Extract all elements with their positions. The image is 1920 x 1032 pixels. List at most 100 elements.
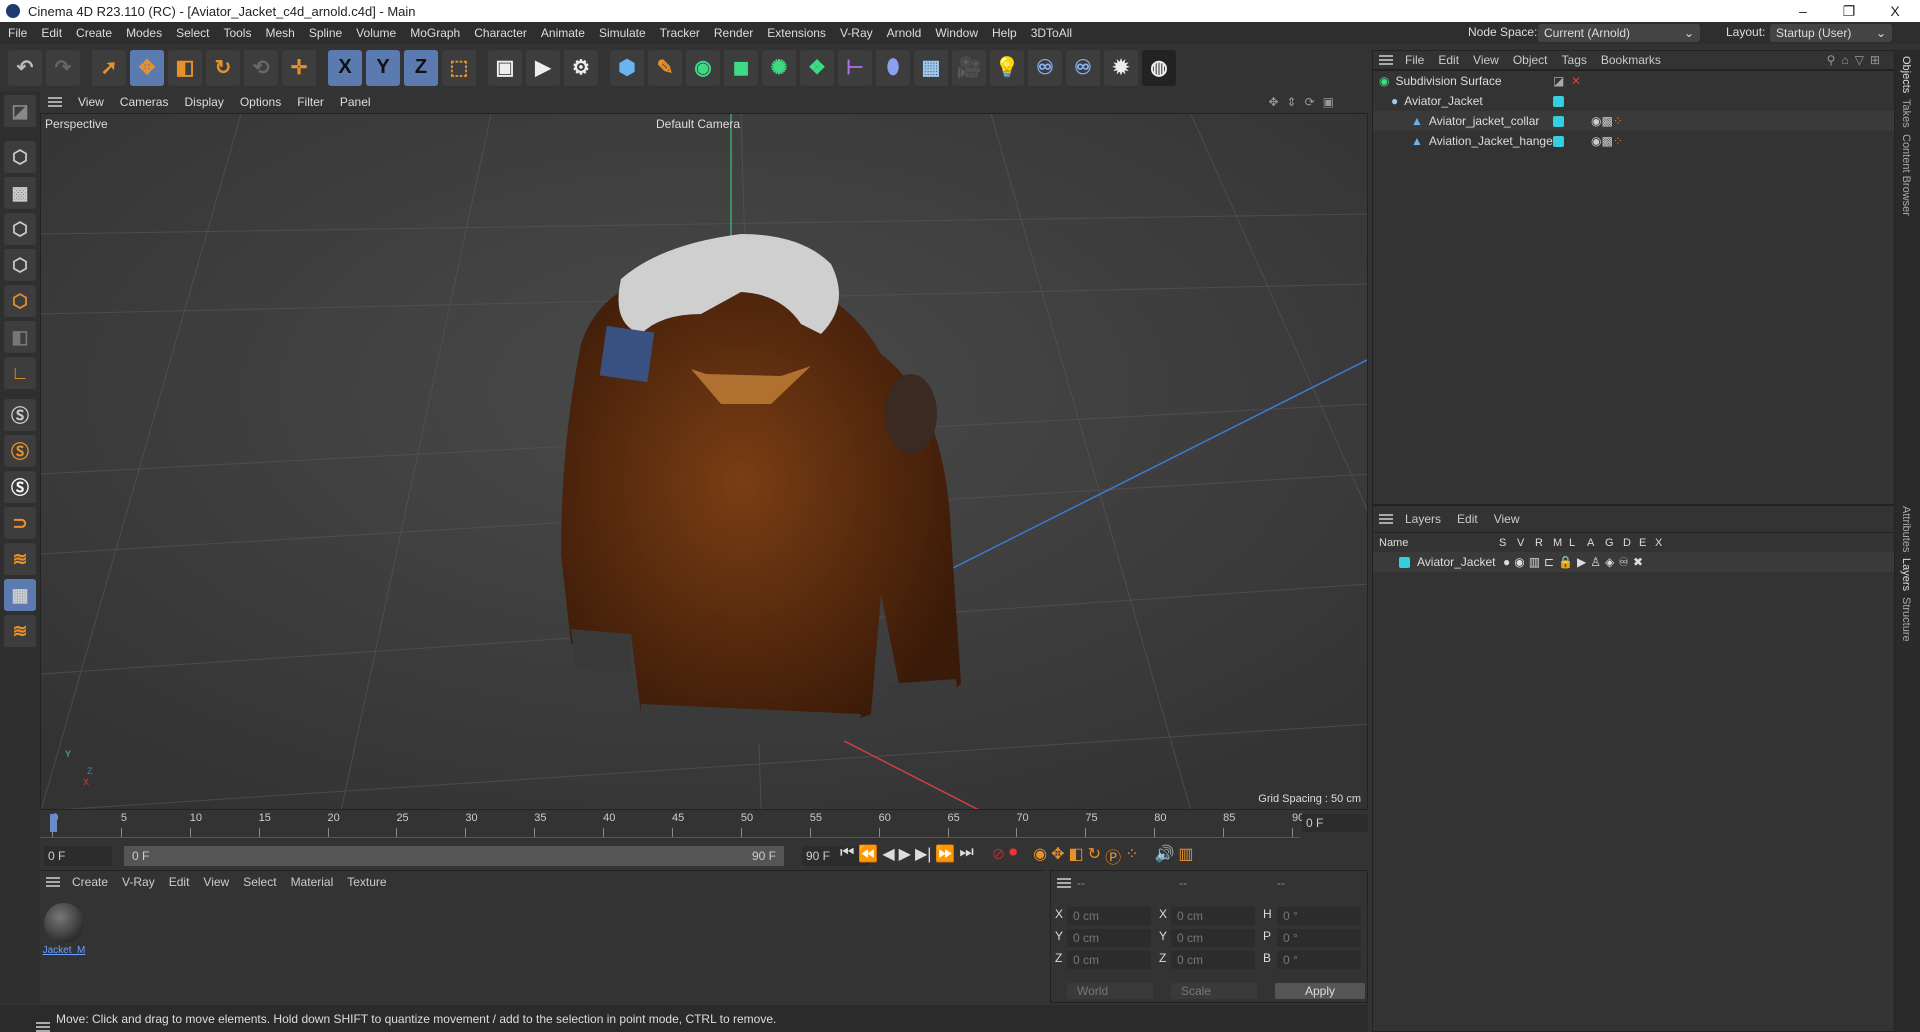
render-view-button[interactable]: ▣ — [488, 49, 522, 86]
pen-button[interactable]: ✎ — [648, 49, 682, 86]
render-picture-viewer-button[interactable]: ▶ — [526, 49, 560, 86]
layer-color-swatch[interactable] — [1399, 556, 1410, 568]
edges-mode-button[interactable]: ⬡ — [4, 249, 36, 281]
camera-label[interactable]: Default Camera — [656, 117, 740, 131]
menu-arnold[interactable]: Arnold — [887, 26, 922, 40]
material-menu-vray[interactable]: V-Ray — [122, 875, 155, 889]
apply-button[interactable]: Apply — [1275, 983, 1365, 999]
menu-tracker[interactable]: Tracker — [660, 26, 700, 40]
menu-simulate[interactable]: Simulate — [599, 26, 646, 40]
rot-h-field[interactable]: 0 ° — [1277, 907, 1361, 925]
viewport-menu-panel[interactable]: Panel — [340, 95, 371, 109]
prev-frame-icon[interactable]: ◀ — [882, 844, 894, 868]
tab-takes[interactable]: Takes — [1900, 99, 1912, 128]
next-key-icon[interactable]: ⏩ — [935, 844, 955, 868]
key-param-icon[interactable]: Ⓟ — [1105, 844, 1121, 868]
workplane-button[interactable]: ≋ — [4, 543, 36, 575]
psr-button[interactable]: ⟲ — [244, 49, 278, 86]
current-frame-field[interactable]: 0 F — [1302, 814, 1368, 832]
menu-mograph[interactable]: MoGraph — [410, 26, 460, 40]
light-button[interactable]: 💡 — [990, 49, 1024, 86]
grid-button[interactable]: ▦ — [4, 579, 36, 611]
hamburger-icon[interactable] — [46, 877, 60, 887]
menu-select[interactable]: Select — [176, 26, 209, 40]
node-space-dropdown[interactable]: Current (Arnold) ⌄ — [1538, 24, 1700, 42]
menu-file[interactable]: File — [8, 26, 27, 40]
object-row[interactable]: ▲ Aviator_jacket_collar ◉▩⁘ — [1373, 111, 1894, 131]
x-axis-button[interactable]: X — [328, 49, 362, 86]
menu-mesh[interactable]: Mesh — [265, 26, 294, 40]
minimize-button[interactable]: – — [1780, 0, 1826, 22]
pos-z-field[interactable]: 0 cm — [1067, 951, 1151, 969]
cube-button[interactable]: ⬢ — [610, 49, 644, 86]
size-z-field[interactable]: 0 cm — [1171, 951, 1255, 969]
film-icon[interactable]: ▥ — [1178, 844, 1193, 868]
uv-mode-button[interactable]: ◧ — [4, 321, 36, 353]
maximize-button[interactable]: ❐ — [1826, 0, 1872, 22]
rot-b-field[interactable]: 0 ° — [1277, 951, 1361, 969]
snap-button[interactable]: Ⓢ — [4, 399, 36, 431]
polygons-mode-button[interactable]: ⬡ — [4, 285, 36, 317]
layer-menu-view[interactable]: View — [1494, 512, 1520, 526]
viewport-menu-view[interactable]: View — [78, 95, 104, 109]
autokey-icon[interactable]: ⊘ — [992, 844, 1005, 868]
tab-layers[interactable]: Layers — [1900, 558, 1912, 591]
python-button[interactable]: ♾ — [1028, 49, 1062, 86]
object-row[interactable]: ● Aviator_Jacket — [1373, 91, 1894, 111]
magnet-icon[interactable]: ⊃ — [4, 507, 36, 539]
hamburger-icon[interactable] — [48, 97, 62, 107]
next-frame-icon[interactable]: ▶| — [915, 844, 931, 868]
key-pla-icon[interactable]: ⁘ — [1125, 844, 1138, 868]
size-x-field[interactable]: 0 cm — [1171, 907, 1255, 925]
move-tool-button[interactable]: ✥ — [130, 49, 164, 86]
coord-mode-dropdown[interactable]: Scale — [1171, 983, 1257, 999]
material-menu-create[interactable]: Create — [72, 875, 108, 889]
undo-button[interactable]: ↶ — [8, 49, 42, 86]
coordinate-system-button[interactable]: ⬚ — [442, 49, 476, 86]
obj-menu-bookmarks[interactable]: Bookmarks — [1601, 53, 1661, 67]
material-tags-icons[interactable]: ◉▩⁘ — [1591, 134, 1623, 148]
material-swatch[interactable]: Jacket_M — [42, 901, 86, 961]
extrude-button[interactable]: ◼ — [724, 49, 758, 86]
viewport-menu-display[interactable]: Display — [184, 95, 223, 109]
tab-content-browser[interactable]: Content Browser — [1900, 134, 1912, 216]
obj-menu-file[interactable]: File — [1405, 53, 1424, 67]
deformer-button[interactable]: ⊢ — [838, 49, 872, 86]
key-rotation-icon[interactable]: ↻ — [1088, 844, 1101, 868]
edit-tag-icon[interactable]: ◪ — [1553, 74, 1564, 88]
layer-toggle-icons[interactable]: ●◉▥⊏🔒▶♙◈♾✖ — [1503, 555, 1647, 569]
disabled-x-icon[interactable]: ✕ — [1571, 74, 1581, 88]
start-frame-field[interactable]: 0 F — [44, 846, 112, 866]
rotate-tool-button[interactable]: ↻ — [206, 49, 240, 86]
keyframe-icon[interactable]: ◉ — [1033, 844, 1047, 868]
tab-attributes[interactable]: Attributes — [1900, 506, 1912, 552]
object-row[interactable]: ◉ Subdivision Surface ◪ ✕ — [1373, 71, 1894, 91]
tab-objects[interactable]: Objects — [1900, 56, 1912, 93]
globe-icon[interactable]: ◍ — [1142, 49, 1176, 86]
y-axis-button[interactable]: Y — [366, 49, 400, 86]
scale-tool-button[interactable]: ◧ — [168, 49, 202, 86]
layer-menu-layers[interactable]: Layers — [1405, 512, 1441, 526]
settings-gear-icon[interactable]: ✹ — [1104, 49, 1138, 86]
layer-color-swatch[interactable] — [1553, 135, 1564, 147]
hamburger-icon[interactable] — [1379, 514, 1393, 524]
snap-settings-button[interactable]: Ⓢ — [4, 435, 36, 467]
menu-spline[interactable]: Spline — [309, 26, 342, 40]
size-y-field[interactable]: 0 cm — [1171, 929, 1255, 947]
mograph-button[interactable]: ❖ — [800, 49, 834, 86]
material-menu-texture[interactable]: Texture — [347, 875, 386, 889]
python2-button[interactable]: ♾ — [1066, 49, 1100, 86]
redo-button[interactable]: ↷ — [46, 49, 80, 86]
render-settings-button[interactable]: ⚙ — [564, 49, 598, 86]
make-editable-button[interactable]: ◪ — [4, 95, 36, 127]
layer-color-swatch[interactable] — [1553, 95, 1564, 107]
field-button[interactable]: ⬮ — [876, 49, 910, 86]
play-icon[interactable]: ▶ — [899, 844, 911, 868]
viewport-menu-filter[interactable]: Filter — [297, 95, 324, 109]
menu-create[interactable]: Create — [76, 26, 112, 40]
obj-menu-object[interactable]: Object — [1513, 53, 1548, 67]
key-scale-icon[interactable]: ◧ — [1069, 844, 1084, 868]
menu-vray[interactable]: V-Ray — [840, 26, 873, 40]
material-menu-view[interactable]: View — [203, 875, 229, 889]
subdivision-button[interactable]: ◉ — [686, 49, 720, 86]
